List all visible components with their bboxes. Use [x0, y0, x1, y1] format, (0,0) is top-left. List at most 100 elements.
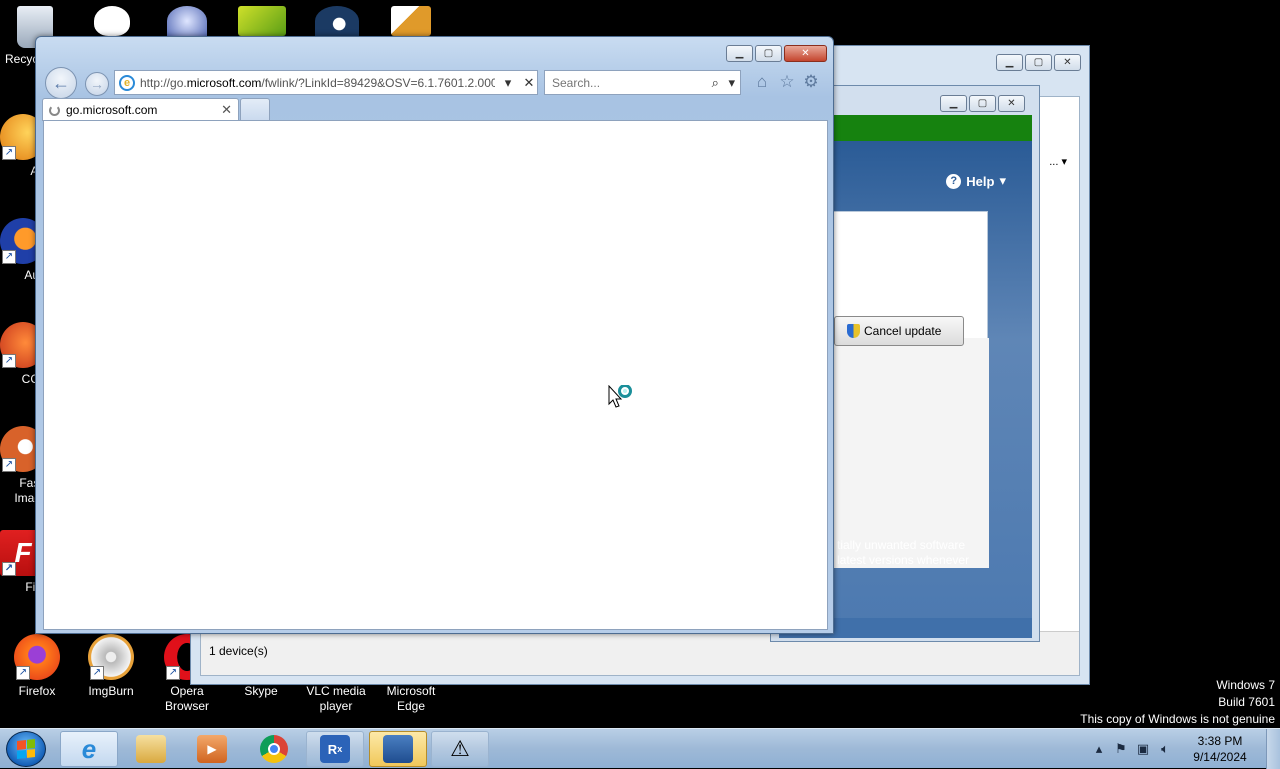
device-dropdown[interactable]: ... ▾: [1049, 155, 1067, 168]
desktop-icon-media[interactable]: [150, 6, 224, 40]
tab-go-microsoft[interactable]: go.microsoft.com ✕: [42, 98, 239, 121]
taskbar-ie[interactable]: e: [60, 731, 118, 767]
url-suffix: /fwlink/?LinkId=89429&OSV=6.1.7601.2.000: [261, 75, 495, 90]
window-controls: ▁ ▢ ✕: [726, 45, 827, 62]
close-button[interactable]: ✕: [784, 45, 827, 62]
desktop-icon-label: ImgBurn: [88, 684, 134, 698]
close-button[interactable]: ✕: [1054, 54, 1081, 71]
address-bar[interactable]: e http://go.microsoft.com/fwlink/?LinkId…: [114, 70, 538, 95]
firefox-icon: ↗: [14, 634, 60, 680]
cancel-update-button[interactable]: Cancel update: [834, 316, 964, 346]
desktop-icon-steam[interactable]: [300, 6, 374, 40]
start-button[interactable]: [6, 731, 46, 767]
update-text-line: latest versions whenever: [837, 553, 970, 567]
windows-not-genuine-watermark: Windows 7 Build 7601 This copy of Window…: [1080, 677, 1275, 728]
system-tray: ▴ ⚑ ▣ 🔈︎ 3:38 PM 9/14/2024: [1088, 729, 1280, 769]
close-button[interactable]: ✕: [998, 95, 1025, 112]
watermark-line: Build 7601: [1218, 695, 1275, 709]
loading-spinner-icon: [49, 104, 60, 116]
shortcut-arrow-icon: ↗: [2, 250, 16, 264]
show-hidden-icons-icon[interactable]: ▴: [1088, 741, 1110, 757]
tools-gear-icon[interactable]: ⚙: [801, 72, 821, 92]
help-label: Help: [966, 173, 995, 189]
shortcut-arrow-icon: ↗: [90, 666, 104, 680]
taskbar: e ▶ Rx ⚠ ▴ ⚑ ▣ 🔈︎ 3:38 PM 9/14/2024: [0, 728, 1280, 769]
desktop-icon-green-app[interactable]: [225, 6, 299, 40]
back-button[interactable]: ←: [45, 67, 77, 99]
search-input[interactable]: [552, 75, 707, 90]
maximize-button[interactable]: ▢: [969, 95, 996, 112]
forward-button[interactable]: →: [85, 72, 109, 96]
taskbar-media-player[interactable]: ▶: [183, 731, 241, 767]
uac-shield-icon: [847, 324, 860, 338]
desktop: Recyc ↗ All ↗ Aud ↗ CCle ↗ Fast Image: [0, 0, 1280, 728]
back-arrow-icon: ←: [52, 72, 70, 93]
search-dropdown-icon[interactable]: ▾: [724, 75, 741, 91]
desktop-icon-pencil-app[interactable]: [374, 6, 448, 40]
ie-page-icon: e: [119, 74, 135, 91]
tab-close-icon[interactable]: ✕: [221, 102, 232, 118]
page-content[interactable]: [43, 120, 828, 630]
media-player-icon: ▶: [197, 735, 227, 763]
shortcut-arrow-icon: ↗: [16, 666, 30, 680]
cancel-update-label: Cancel update: [864, 324, 942, 338]
favorites-star-icon[interactable]: ☆: [777, 72, 797, 92]
new-tab-button[interactable]: [240, 98, 270, 121]
busy-cursor-icon: [608, 385, 632, 408]
windows-logo-icon: [17, 739, 35, 759]
desktop-icon-imgburn[interactable]: ↗ ImgBurn: [74, 634, 148, 699]
url-domain: microsoft.com: [186, 75, 262, 90]
update-text-line: tially unwanted software: [837, 538, 966, 552]
search-box[interactable]: ⌕ ▾: [544, 70, 741, 95]
ie-icon: e: [81, 733, 97, 764]
desktop-icon-label: VLC media player: [306, 684, 366, 713]
internet-explorer-window[interactable]: ▁ ▢ ✕ ← → e http://go.microsoft.com/fwli…: [35, 36, 834, 634]
search-icon[interactable]: ⌕: [707, 75, 724, 91]
media-icon: [167, 6, 207, 36]
shortcut-arrow-icon: ↗: [2, 562, 16, 576]
steam-icon: [315, 6, 359, 36]
shortcut-arrow-icon: ↗: [2, 146, 16, 160]
show-desktop-button[interactable]: [1266, 729, 1280, 769]
warning-icon: ⚠: [450, 736, 470, 761]
rx-app-icon: Rx: [320, 735, 350, 763]
malwarebytes-icon: [94, 6, 130, 36]
volume-muted-icon[interactable]: 🔈︎: [1154, 741, 1176, 757]
maximize-button[interactable]: ▢: [755, 45, 782, 62]
address-dropdown-icon[interactable]: ▾: [500, 75, 516, 91]
tab-strip: go.microsoft.com ✕: [42, 98, 270, 121]
imgburn-icon: ↗: [88, 634, 134, 680]
pencil-app-icon: [391, 6, 431, 36]
folder-icon: [136, 735, 166, 763]
desktop-icon-label: Microsoft Edge: [386, 684, 436, 713]
minimize-button[interactable]: ▁: [940, 95, 967, 112]
taskbar-device-manager[interactable]: [369, 731, 427, 767]
clock[interactable]: 3:38 PM 9/14/2024: [1180, 733, 1260, 765]
url-prefix: http://go.: [140, 75, 187, 90]
forward-arrow-icon: →: [90, 76, 104, 92]
clock-time: 3:38 PM: [1197, 734, 1243, 748]
address-url[interactable]: http://go.microsoft.com/fwlink/?LinkId=8…: [140, 76, 495, 90]
maximize-button[interactable]: ▢: [1025, 54, 1052, 71]
taskbar-explorer[interactable]: [122, 731, 180, 767]
minimize-button[interactable]: ▁: [726, 45, 753, 62]
taskbar-rx-app[interactable]: Rx: [306, 731, 364, 767]
home-icon[interactable]: ⌂: [752, 72, 772, 92]
stop-icon[interactable]: ✕: [521, 75, 537, 91]
shortcut-arrow-icon: ↗: [166, 666, 180, 680]
shortcut-arrow-icon: ↗: [2, 458, 16, 472]
chrome-icon: [260, 735, 288, 763]
taskbar-warning[interactable]: ⚠: [431, 731, 489, 767]
desktop-icon-label: Skype: [244, 684, 278, 698]
shortcut-arrow-icon: ↗: [2, 354, 16, 368]
desktop-icon-firefox[interactable]: ↗ Firefox: [0, 634, 74, 699]
action-center-flag-icon[interactable]: ⚑: [1110, 741, 1132, 757]
network-icon[interactable]: ▣: [1132, 741, 1154, 757]
device-manager-icon: [383, 735, 413, 763]
minimize-button[interactable]: ▁: [996, 54, 1023, 71]
clock-date: 9/14/2024: [1193, 750, 1247, 764]
taskbar-chrome[interactable]: [245, 731, 303, 767]
chevron-down-icon: ▾: [1061, 156, 1067, 168]
help-button[interactable]: ? Help ▾: [946, 173, 1006, 189]
desktop-icon-malwarebytes[interactable]: [75, 6, 149, 40]
